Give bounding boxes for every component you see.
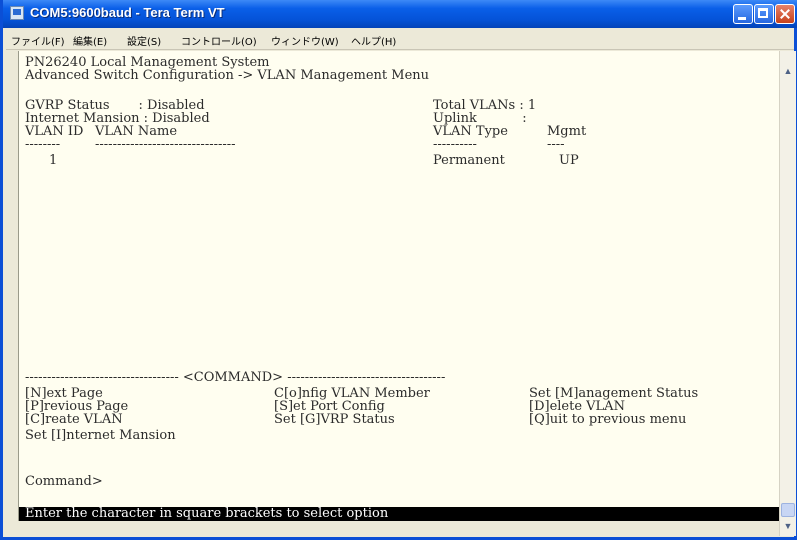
status-hint-text: Enter the character in square brackets t…	[25, 506, 389, 521]
terminal-window: COM5:9600baud - Tera Term VT ファイル(F) 編集(…	[0, 0, 797, 540]
command-set-gvrp-status: Set [G]VRP Status	[274, 412, 395, 427]
command-set-internet-mansion: Set [I]nternet Mansion	[25, 428, 176, 443]
separator-vlan-id: --------	[25, 137, 61, 152]
close-button[interactable]	[775, 4, 795, 24]
menu-control[interactable]: コントロール(O)	[181, 33, 257, 48]
command-quit-previous-menu: [Q]uit to previous menu	[529, 412, 687, 427]
status-hint-bar: Enter the character in square brackets t…	[19, 507, 779, 521]
title-bar[interactable]: COM5:9600baud - Tera Term VT	[3, 0, 797, 28]
separator-vlan-name: --------------------------------	[95, 137, 236, 152]
table-row-vlan-type: Permanent	[433, 153, 505, 168]
separator-mgmt: ----	[547, 137, 565, 152]
separator-vlan-type: ----------	[433, 137, 477, 152]
table-row-mgmt: UP	[559, 153, 579, 168]
tera-term-app-icon	[10, 6, 24, 20]
command-prompt[interactable]: Command>	[25, 475, 103, 488]
table-row-vlan-id: 1	[49, 153, 58, 168]
menu-window[interactable]: ウィンドウ(W)	[271, 33, 339, 48]
menu-edit[interactable]: 編集(E)	[73, 33, 107, 48]
scroll-down-icon[interactable]: ▼	[783, 521, 793, 531]
terminal-screen[interactable]: PN26240 Local Management System Advanced…	[18, 51, 779, 521]
command-create-vlan: [C]reate VLAN	[25, 412, 123, 427]
menu-path: Advanced Switch Configuration -> VLAN Ma…	[25, 68, 430, 83]
menu-help[interactable]: ヘルプ(H)	[351, 33, 396, 48]
scroll-up-icon[interactable]: ▲	[783, 66, 793, 76]
menu-bar: ファイル(F) 編集(E) 設定(S) コントロール(O) ウィンドウ(W) ヘ…	[6, 28, 794, 50]
vertical-scrollbar[interactable]: ▲ ▼	[779, 51, 796, 536]
menu-settings[interactable]: 設定(S)	[127, 33, 161, 48]
scroll-thumb[interactable]	[781, 503, 795, 517]
minimize-button[interactable]	[733, 4, 753, 24]
window-title: COM5:9600baud - Tera Term VT	[30, 5, 225, 20]
maximize-button[interactable]	[754, 4, 774, 24]
command-divider: ----------------------------------- <COM…	[25, 370, 446, 385]
menu-file[interactable]: ファイル(F)	[11, 33, 65, 48]
